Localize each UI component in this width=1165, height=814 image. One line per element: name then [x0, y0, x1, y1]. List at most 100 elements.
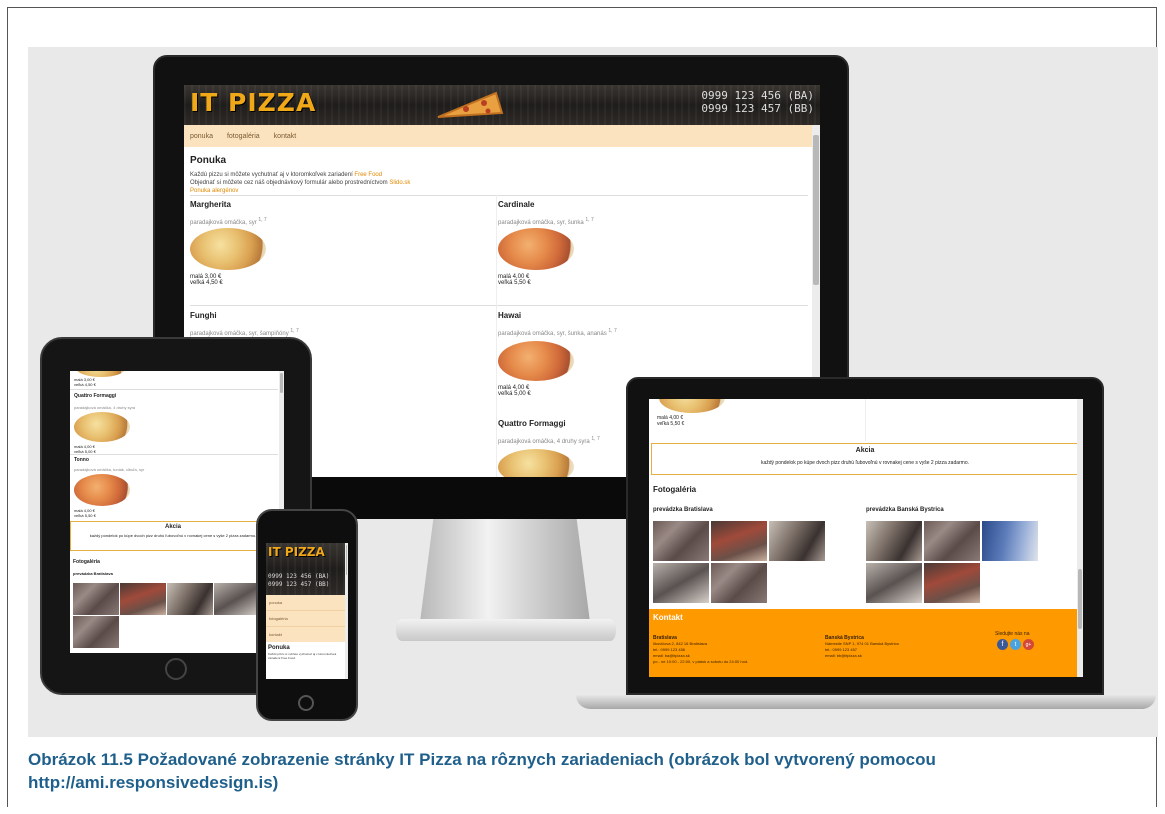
gallery-photo[interactable] — [214, 583, 260, 615]
promo-box: Akcia každý pondelok po kúpe dvoch pizz … — [651, 443, 1079, 475]
section-title: Ponuka — [190, 155, 227, 166]
phone-bb[interactable]: 0999 123 457 (BB) — [701, 102, 814, 115]
pizza-image[interactable] — [74, 474, 130, 506]
menu-item: Margherita paradajková omáčka, syr 1, 7 … — [190, 200, 480, 286]
menu-divider — [70, 389, 278, 390]
header-phones: 0999 123 456 (BA) 0999 123 457 (BB) — [701, 89, 814, 115]
menu-item: Cardinale paradajková omáčka, syr, šunka… — [498, 200, 788, 286]
menu-divider — [190, 195, 808, 196]
gallery-grid-ba — [653, 521, 827, 603]
gallery-grid-ba — [73, 583, 260, 648]
social-icons: f t g+ — [997, 639, 1034, 650]
site-nav: ponuka fotogaléria kontakt — [184, 125, 820, 147]
follow-label: Sledujte nás na — [995, 631, 1030, 637]
menu-item-desc: paradajková omáčka, syr, šampiňóny 1, 7 — [190, 328, 299, 337]
header-phones: 0999 123 456 (BA) 0999 123 457 (BB) — [268, 573, 330, 588]
gallery-grid-bb — [866, 521, 1040, 603]
menu-item: Tonno paradajková omáčka, tuniak, cibuľa… — [74, 457, 145, 518]
gallery-title: Fotogaléria — [73, 559, 100, 565]
gallery-photo[interactable] — [73, 583, 119, 615]
menu-divider — [70, 454, 278, 455]
menu-item-desc: paradajková omáčka, syr, šunka 1, 7 — [498, 217, 594, 226]
menu-item-name: Funghi — [190, 311, 217, 320]
pizza-image[interactable] — [498, 341, 574, 381]
gallery-photo[interactable] — [167, 583, 213, 615]
pizza-slice-icon — [437, 91, 504, 118]
gallery-photo[interactable] — [866, 521, 922, 561]
pizza-image[interactable] — [190, 228, 266, 270]
nav-kontakt[interactable]: kontakt — [274, 133, 297, 140]
price-large: veľká 4,50 € — [190, 280, 223, 286]
gallery-photo[interactable] — [711, 563, 767, 603]
branch-bb: prevádzka Banská Bystrica — [866, 507, 944, 513]
link-slido[interactable]: Slido.sk — [389, 180, 410, 186]
gallery-photo[interactable] — [866, 563, 922, 603]
pizza-image[interactable] — [498, 449, 574, 477]
menu-item-desc: paradajková omáčka, syr 1, 7 — [190, 217, 267, 226]
link-free-food[interactable]: Free Food — [354, 172, 382, 178]
nav-fotogaleria[interactable]: fotogaléria — [227, 133, 260, 140]
gallery-photo[interactable] — [711, 521, 767, 561]
site-header: IT PIZZA 0999 123 456 (BA) 0999 123 457 … — [266, 543, 348, 595]
menu-item-name: Margherita — [190, 200, 231, 209]
branch-ba: prevádzka Bratislava — [73, 571, 113, 576]
promo-box: Akcia každý pondelok po kúpe dvoch pizz … — [70, 521, 276, 551]
monitor-stand — [420, 517, 590, 622]
gallery-photo[interactable] — [982, 521, 1038, 561]
pizza-image[interactable] — [74, 412, 130, 442]
laptop-site: malá 4,00 € veľká 5,50 € Akcia každý pon… — [649, 399, 1083, 677]
menu-divider — [496, 195, 497, 477]
pizza-image[interactable] — [498, 228, 574, 270]
gallery-photo[interactable] — [924, 521, 980, 561]
phone-home-button[interactable] — [298, 695, 314, 711]
site-nav: ponuka fotogaléria kontakt — [266, 595, 348, 642]
branch-ba: prevádzka Bratislava — [653, 507, 713, 513]
nav-fotogaleria[interactable]: fotogaléria — [266, 611, 348, 627]
gallery-photo[interactable] — [73, 616, 119, 648]
contact-title: Kontakt — [653, 613, 683, 622]
monitor-stand-base — [396, 619, 616, 641]
nav-ponuka[interactable]: ponuka — [266, 595, 348, 611]
laptop: malá 4,00 € veľká 5,50 € Akcia každý pon… — [626, 377, 1104, 695]
scrollbar[interactable] — [345, 543, 348, 679]
contact-bb: Banská Bystrica Námestie SNP 1, 974 01 B… — [825, 635, 899, 658]
gallery-photo[interactable] — [769, 521, 825, 561]
gallery-photo[interactable] — [653, 521, 709, 561]
contact-section: Kontakt Bratislava Ilkovičova 2, 842 16 … — [649, 609, 1077, 677]
gallery-photo[interactable] — [924, 563, 980, 603]
section-title: Ponuka — [268, 645, 290, 651]
menu-item-desc: paradajková omáčka, syr, šunka, ananás 1… — [498, 328, 617, 337]
facebook-icon[interactable]: f — [997, 639, 1008, 650]
menu-divider — [190, 305, 808, 306]
phone: IT PIZZA 0999 123 456 (BA) 0999 123 457 … — [256, 509, 358, 721]
intro-text: Každú pizzu si môžete vychutnať aj v kto… — [268, 652, 337, 660]
pizza-image[interactable] — [659, 399, 725, 413]
gallery-photo[interactable] — [120, 583, 166, 615]
gallery-title: Fotogaléria — [653, 485, 697, 494]
phone-site: IT PIZZA 0999 123 456 (BA) 0999 123 457 … — [266, 543, 348, 679]
laptop-base — [576, 695, 1156, 709]
nav-ponuka[interactable]: ponuka — [190, 133, 213, 140]
partial-prices: malá 3,00 € veľká 4,50 € — [74, 377, 96, 387]
menu-item-name: Cardinale — [498, 200, 535, 209]
google-plus-icon[interactable]: g+ — [1023, 639, 1034, 650]
gallery-photo[interactable] — [653, 563, 709, 603]
menu-item-name: Hawai — [498, 311, 522, 320]
menu-item: Quattro Formaggi paradajková omáčka, 4 d… — [74, 393, 136, 454]
partial-prices: malá 4,00 € veľká 5,50 € — [657, 415, 685, 427]
menu-item: Funghi paradajková omáčka, syr, šampiňón… — [190, 311, 480, 337]
figure-caption: Obrázok 11.5 Požadované zobrazenie strán… — [28, 750, 936, 792]
promo-text: každý pondelok po kúpe dvoch pizz druhú … — [760, 460, 970, 466]
nav-kontakt[interactable]: kontakt — [266, 627, 348, 642]
phone-ba[interactable]: 0999 123 456 (BA) — [701, 89, 814, 102]
link-alergeny[interactable]: Ponuka alergénov — [190, 188, 238, 194]
twitter-icon[interactable]: t — [1010, 639, 1021, 650]
tablet-home-button[interactable] — [165, 658, 187, 680]
scrollbar[interactable] — [1077, 399, 1083, 677]
site-logo[interactable]: IT PIZZA — [190, 88, 316, 117]
device-mockup-stage: IT PIZZA 0999 123 456 (BA) 0999 123 457 … — [28, 47, 1158, 737]
tablet-site: malá 3,00 € veľká 4,50 € Quattro Formagg… — [70, 371, 284, 653]
site-logo[interactable]: IT PIZZA — [268, 545, 325, 559]
menu-divider — [865, 399, 866, 441]
site-header: IT PIZZA 0999 123 456 (BA) 0999 123 457 … — [184, 85, 820, 125]
